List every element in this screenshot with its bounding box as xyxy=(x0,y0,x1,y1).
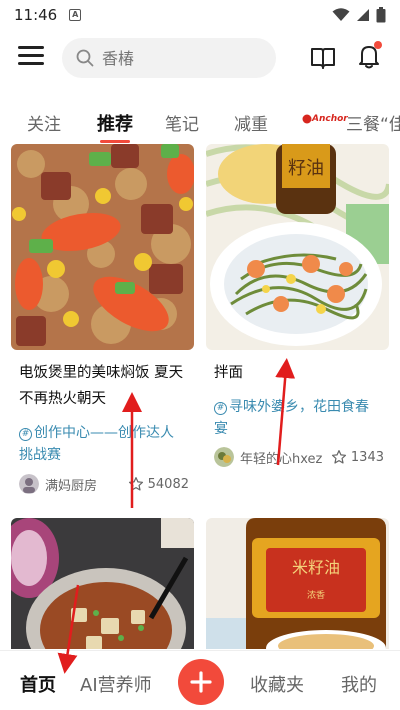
nav-favorites[interactable]: 收藏夹 xyxy=(250,671,304,697)
author-name[interactable]: 满妈厨房 xyxy=(45,475,97,494)
anchor-brand-logo: Anchor xyxy=(302,114,348,124)
avatar[interactable] xyxy=(214,447,234,467)
menu-icon[interactable] xyxy=(18,46,44,68)
like-count: 54082 xyxy=(147,476,189,492)
topic-hash-icon: # xyxy=(19,428,32,441)
star-icon xyxy=(128,477,143,491)
topic-hash-icon: # xyxy=(214,402,227,415)
recipe-image: 籽油 xyxy=(206,144,389,350)
bottom-nav: 首页 AI营养师 收藏夹 我的 xyxy=(0,650,400,710)
card-topic[interactable]: # 寻味外婆乡，花田食春宴 xyxy=(206,396,389,440)
notification-dot xyxy=(374,41,382,49)
nav-home[interactable]: 首页 xyxy=(20,671,56,697)
card-meta: 年轻的心hxez 1343 xyxy=(214,447,384,467)
battery-icon xyxy=(376,7,386,23)
like-button[interactable]: 54082 xyxy=(128,476,189,492)
recipe-image: 米籽油 浓香 xyxy=(206,518,389,649)
tab-recommend[interactable]: 推荐 xyxy=(97,110,133,136)
recipe-image xyxy=(11,518,194,649)
anchor-icon xyxy=(302,114,312,124)
avatar[interactable] xyxy=(19,474,39,494)
search-icon xyxy=(76,49,94,67)
tab-weight-loss[interactable]: 减重 xyxy=(234,110,268,135)
status-bar: 11:46 A xyxy=(0,0,400,30)
recipe-card[interactable]: 电饭煲里的美味焖饭 夏天不再热火朝天 # 创作中心——创作达人挑战赛 满妈厨房 5… xyxy=(11,144,194,504)
search-input[interactable] xyxy=(102,48,252,68)
active-tab-indicator xyxy=(100,140,130,143)
signal-icon xyxy=(357,9,369,21)
tab-notes[interactable]: 笔记 xyxy=(165,110,199,135)
notification-a-icon: A xyxy=(69,9,82,21)
author-name[interactable]: 年轻的心hxez xyxy=(240,448,322,467)
like-button[interactable]: 1343 xyxy=(331,449,384,465)
tab-follow[interactable]: 关注 xyxy=(27,110,61,135)
card-title: 电饭煲里的美味焖饭 夏天不再热火朝天 xyxy=(19,365,184,407)
card-meta: 满妈厨房 54082 xyxy=(19,474,189,494)
recipe-card[interactable]: 米籽油 浓香 xyxy=(206,518,389,649)
status-time: 11:46 xyxy=(14,6,58,24)
recipe-feed[interactable]: 电饭煲里的美味焖饭 夏天不再热火朝天 # 创作中心——创作达人挑战赛 满妈厨房 5… xyxy=(0,144,400,649)
star-icon xyxy=(331,450,346,464)
top-header xyxy=(0,36,400,80)
search-bar[interactable] xyxy=(62,38,276,78)
like-count: 1343 xyxy=(350,449,384,465)
book-icon[interactable] xyxy=(310,46,336,70)
recipe-card[interactable] xyxy=(11,518,194,649)
svg-text:浓香: 浓香 xyxy=(307,590,325,601)
svg-text:籽油: 籽油 xyxy=(288,158,324,179)
status-icons xyxy=(332,7,386,23)
svg-text:米籽油: 米籽油 xyxy=(292,558,340,577)
plus-icon xyxy=(190,671,212,693)
card-title: 拌面 xyxy=(214,365,243,381)
tab-three-meals[interactable]: 三餐“佳 xyxy=(346,110,400,135)
wifi-icon xyxy=(332,8,350,21)
add-button[interactable] xyxy=(178,659,224,705)
recipe-image xyxy=(11,144,194,350)
nav-me[interactable]: 我的 xyxy=(341,671,377,697)
recipe-card[interactable]: 籽油 拌面 # 寻味外婆乡，花田食春宴 年轻的心hxez 1343 xyxy=(206,144,389,504)
card-topic[interactable]: # 创作中心——创作达人挑战赛 xyxy=(11,422,194,466)
nav-ai-nutritionist[interactable]: AI营养师 xyxy=(80,671,152,697)
